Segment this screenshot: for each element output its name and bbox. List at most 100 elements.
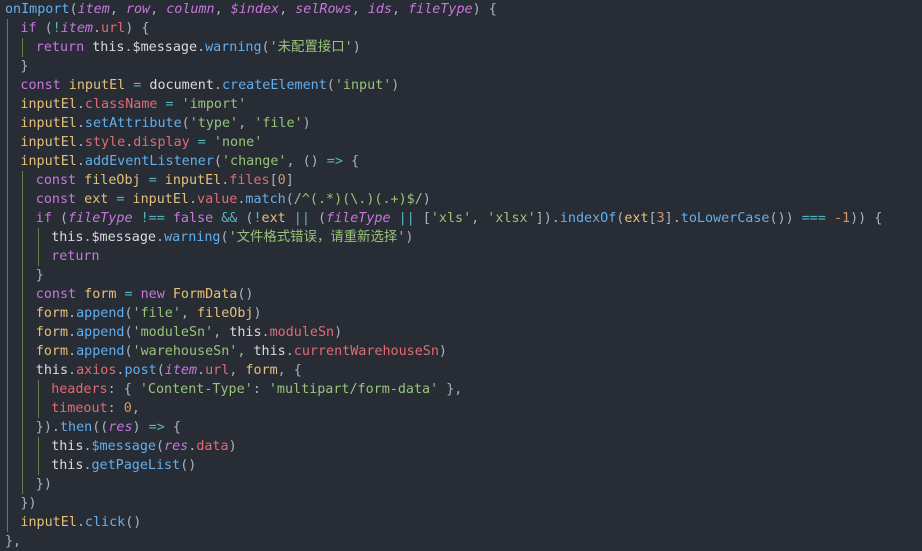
code-line[interactable]: const fileObj = inputEl.files[0] — [0, 171, 922, 190]
indent-guide — [7, 475, 8, 494]
code-line[interactable]: this.axios.post(item.url, form, { — [0, 361, 922, 380]
code-line[interactable]: this.$message.warning('文件格式错误，请重新选择') — [0, 228, 922, 247]
indent-guide — [7, 266, 8, 285]
code-editor[interactable]: onImport(item, row, column, $index, selR… — [0, 0, 922, 551]
indent-guide — [7, 38, 8, 57]
code-token: , () — [286, 154, 327, 169]
code-token: : { — [107, 382, 140, 397]
code-line[interactable]: form.append('file', fileObj) — [0, 304, 922, 323]
code-token: res — [164, 439, 189, 454]
code-token: { — [342, 154, 360, 169]
code-token: , — [180, 306, 198, 321]
code-token: form — [76, 287, 117, 302]
code-token: ) — [132, 420, 149, 435]
code-token: 'warehouseSn' — [132, 344, 238, 359]
code-token: ( — [285, 192, 294, 207]
code-token: . — [197, 363, 206, 378]
code-line[interactable]: }) — [0, 494, 922, 513]
code-token: form — [35, 325, 69, 340]
code-line[interactable]: } — [0, 57, 922, 76]
code-line[interactable]: inputEl.addEventListener('change', () =>… — [0, 152, 922, 171]
code-line[interactable]: headers: { 'Content-Type': 'multipart/fo… — [0, 380, 922, 399]
code-token: . — [92, 21, 102, 36]
code-token: ) — [228, 439, 237, 454]
code-token: || — [285, 211, 318, 226]
code-line[interactable]: return this.$message.warning('未配置接口') — [0, 38, 922, 57]
code-token: ids — [367, 2, 392, 17]
indent-guide — [22, 171, 24, 190]
indent-guide — [7, 418, 8, 437]
code-line[interactable]: if (!item.url) { — [0, 19, 922, 38]
code-line[interactable]: this.$message(res.data) — [0, 437, 922, 456]
code-token: 'xlsx' — [487, 211, 536, 226]
code-token: 3 — [656, 211, 665, 226]
code-token: this — [84, 40, 125, 55]
code-token: 'change' — [221, 154, 287, 169]
code-line[interactable]: const inputEl = document.createElement('… — [0, 76, 922, 95]
indent-guide — [7, 494, 8, 513]
indent-guide — [22, 456, 24, 475]
code-token: inputEl — [20, 515, 77, 530]
code-token: ( — [124, 325, 133, 340]
code-token: append — [76, 344, 125, 359]
indent-guide — [37, 380, 39, 399]
code-line[interactable]: if (fileType !== false && (!ext || (file… — [0, 209, 922, 228]
code-token: false — [172, 211, 214, 226]
code-line[interactable]: }) — [0, 475, 922, 494]
indent-guide — [7, 304, 8, 323]
code-line[interactable]: }, — [0, 532, 922, 551]
code-token: setAttribute — [84, 116, 182, 131]
code-line[interactable]: form.append('moduleSn', this.moduleSn) — [0, 323, 922, 342]
code-token: res — [108, 420, 133, 435]
code-token: $message — [132, 40, 198, 55]
code-token: item — [164, 363, 198, 378]
code-line[interactable]: inputEl.setAttribute('type', 'file') — [0, 114, 922, 133]
code-line[interactable]: inputEl.click() — [0, 513, 922, 532]
code-line[interactable]: inputEl.className = 'import' — [0, 95, 922, 114]
indent-guide — [22, 342, 24, 361]
code-token: ! — [253, 211, 262, 226]
code-token: ( — [51, 211, 69, 226]
code-token: 'xls' — [430, 211, 472, 226]
code-line[interactable]: inputEl.style.display = 'none' — [0, 133, 922, 152]
code-token: () — [180, 458, 197, 473]
indent-guide — [7, 513, 8, 532]
code-token: className — [84, 97, 158, 112]
code-line[interactable]: const ext = inputEl.value.match(/^(.*)(\… — [0, 190, 922, 209]
code-token: , — [471, 211, 488, 226]
code-token: => — [326, 154, 343, 169]
code-line[interactable]: const form = new FormData() — [0, 285, 922, 304]
code-token: . — [76, 515, 85, 530]
code-token: 0 — [277, 173, 286, 188]
indent-guide — [22, 361, 24, 380]
code-line[interactable]: return — [0, 247, 922, 266]
code-token: , { — [277, 363, 302, 378]
code-token: () — [237, 287, 254, 302]
code-token: FormData — [164, 287, 238, 302]
code-token: click — [84, 515, 126, 530]
indent-guide — [7, 133, 8, 152]
code-token: 'none' — [213, 135, 263, 150]
indent-guide — [7, 285, 8, 304]
code-token: . — [76, 135, 85, 150]
code-token: fileObj — [197, 306, 254, 321]
indent-guide — [7, 152, 8, 171]
code-line[interactable]: } — [0, 266, 922, 285]
code-line[interactable]: form.append('warehouseSn', this.currentW… — [0, 342, 922, 361]
code-line[interactable]: this.getPageList() — [0, 456, 922, 475]
indent-guide — [7, 437, 8, 456]
indent-guide — [7, 114, 8, 133]
indent-guide — [22, 266, 24, 285]
indent-guide — [22, 304, 24, 323]
code-token: row — [125, 2, 151, 17]
code-token: , — [150, 2, 167, 17]
code-line[interactable]: timeout: 0, — [0, 399, 922, 418]
code-line[interactable]: }).then((res) => { — [0, 418, 922, 437]
code-token: ( — [181, 116, 190, 131]
code-token: ( — [213, 154, 222, 169]
code-token: inputEl — [20, 135, 77, 150]
code-token: . — [76, 154, 85, 169]
code-line[interactable]: onImport(item, row, column, $index, selR… — [0, 0, 922, 19]
indent-guide — [37, 247, 39, 266]
indent-guide — [22, 437, 24, 456]
